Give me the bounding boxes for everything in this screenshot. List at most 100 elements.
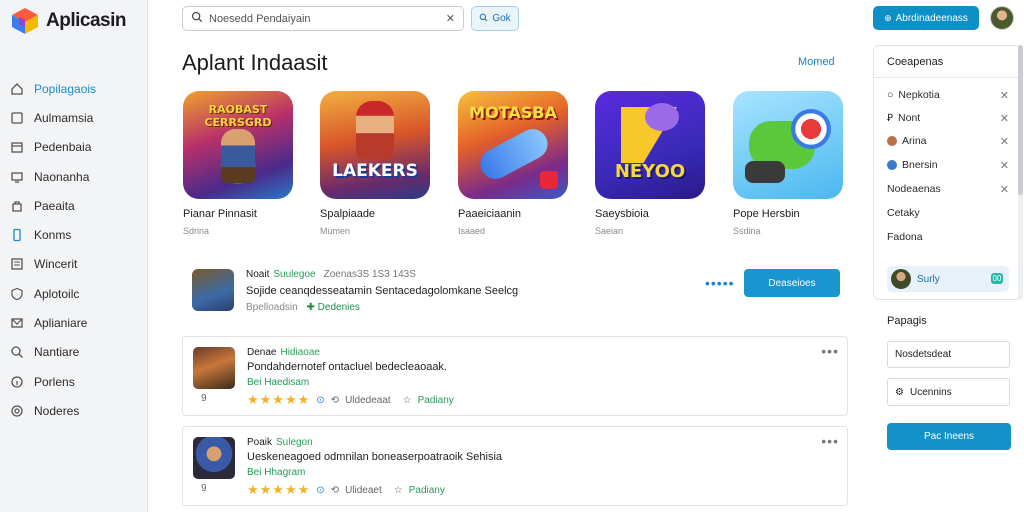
star-outline-icon[interactable]: ☆	[394, 485, 403, 496]
section-title: Papagis	[887, 315, 927, 327]
search-input[interactable]	[209, 12, 440, 25]
star-outline-icon[interactable]: ☆	[403, 395, 412, 406]
review-footer: ★★★★★ ⊙ ⟲ Uldedeaat ☆ Padiany	[247, 392, 454, 408]
panel-item[interactable]: Bnersin ✕	[887, 159, 1011, 172]
app-card-3[interactable]: NEYOO Saeysbioia Saeian	[595, 91, 707, 236]
sidebar-item-3[interactable]: Naonanha	[0, 162, 148, 191]
app-card-2[interactable]: MOTASBA Paaeiciaanin Isaaed	[458, 91, 570, 236]
app-tile-title: NEYOO	[614, 161, 686, 182]
header-cta-label: Abrdinadeenass	[895, 12, 968, 24]
close-icon[interactable]: ✕	[1000, 135, 1009, 148]
featured-action-button[interactable]: Deaseioes	[744, 269, 840, 297]
page-title: Aplant Indaasit	[182, 50, 328, 75]
featured-app-icon	[192, 269, 234, 311]
sidebar-item-5[interactable]: Konms	[0, 220, 148, 249]
close-icon[interactable]: ✕	[1000, 89, 1009, 102]
settings-icon: ⚙	[895, 386, 904, 398]
sidebar-item-label: Noderes	[34, 403, 80, 418]
featured-description: Sojide ceanqdesseatamin Sentacedagolomka…	[246, 285, 519, 297]
featured-footer-text: Bpelloadsin	[246, 302, 298, 313]
envelope-icon	[10, 316, 24, 330]
info-circle-icon[interactable]: ⊙	[316, 395, 324, 406]
close-icon[interactable]: ✕	[1000, 183, 1009, 196]
review-link[interactable]: Padiany	[418, 395, 454, 406]
sidebar-nav: Popilagaois Aulmamsia Pedenbaia Naonanha…	[0, 74, 148, 426]
panel-item[interactable]: Ꝑ Nont ✕	[887, 112, 1011, 125]
panel-item[interactable]: ○ Nepkotia ✕	[887, 89, 1011, 102]
more-link[interactable]: Momed	[798, 56, 835, 68]
sidebar-item-8[interactable]: Aplianiare	[0, 308, 148, 337]
text-field[interactable]: Nosdetsdeat	[887, 341, 1010, 368]
review-link[interactable]: Padiany	[409, 485, 445, 496]
divider	[874, 77, 1020, 78]
sidebar-item-0[interactable]: Popilagaois	[0, 74, 148, 103]
panel-item[interactable]: Cetaky	[887, 207, 1011, 219]
save-button[interactable]: Pac Ineens	[887, 423, 1011, 450]
monitor-icon	[10, 170, 24, 184]
app-name: Paaeiciaanin	[458, 208, 521, 220]
app-name: Pope Hersbin	[733, 208, 800, 220]
info-icon	[10, 375, 24, 389]
helpful-icon[interactable]: ⟲	[331, 395, 339, 406]
list-icon	[10, 257, 24, 271]
helpful-icon[interactable]: ⟲	[331, 485, 339, 496]
sidebar-item-label: Popilagaois	[34, 81, 97, 96]
sidebar-item-9[interactable]: Nantiare	[0, 338, 148, 367]
sidebar-item-4[interactable]: Paeaita	[0, 191, 148, 220]
helpful-label: Uldedeaat	[345, 394, 391, 406]
close-icon[interactable]: ✕	[1000, 112, 1009, 125]
sidebar-item-6[interactable]: Wincerit	[0, 250, 148, 279]
sidebar-item-7[interactable]: Aplotoilc	[0, 279, 148, 308]
app-card-1[interactable]: LAEKERS Spalpiaade Mumen	[320, 91, 432, 236]
review-text: Pondahdernotef ontacluel bedecleaoaak.	[247, 361, 447, 373]
settings-icon	[10, 404, 24, 418]
scrollbar-thumb[interactable]	[1018, 45, 1023, 195]
more-options-icon[interactable]: •••	[821, 433, 839, 449]
search-button[interactable]: Gok	[471, 6, 519, 31]
sidebar-item-11[interactable]: Noderes	[0, 396, 148, 425]
user-avatar[interactable]	[990, 6, 1014, 30]
developer-link[interactable]: ✚ Dedenies	[307, 302, 360, 313]
panel-item-label: Fadona	[887, 231, 923, 243]
review-number: 9	[201, 483, 207, 494]
review-highlight: Sulegon	[276, 437, 313, 448]
app-subtitle: Saeian	[595, 226, 624, 236]
sidebar-item-2[interactable]: Pedenbaia	[0, 133, 148, 162]
app-title: Aplicasin	[46, 10, 126, 31]
panel-item[interactable]: Fadona	[887, 231, 1011, 243]
sidebar-item-label: Pedenbaia	[34, 140, 92, 155]
panel-item[interactable]: Nodeaenas ✕	[887, 183, 1011, 196]
featured-item[interactable]: Noait Suulegoe Zoenas3S 1S3 143S Sojide ce…	[182, 262, 848, 322]
circle-icon: ○	[887, 89, 894, 101]
more-options-icon[interactable]: •••	[821, 343, 839, 359]
bag-icon	[10, 199, 24, 213]
selected-user[interactable]: Surly 00	[887, 266, 1009, 292]
panel-item-label: Nepkotia	[898, 89, 940, 101]
panel-item-label: Cetaky	[887, 207, 920, 219]
app-card-0[interactable]: RAOBAST CERRSGRD Pianar Pinnasit Sdrina	[183, 91, 295, 236]
review-card: 9 Poaik Sulegon Ueskeneagoed odmnilan bon…	[182, 426, 848, 506]
star-rating: ★★★★★	[247, 482, 311, 497]
review-tag: Bei Haedisam	[247, 377, 310, 388]
info-circle-icon[interactable]: ⊙	[316, 485, 324, 496]
sidebar-item-label: Aulmamsia	[34, 110, 94, 125]
panel-item[interactable]: Arina ✕	[887, 135, 1011, 148]
app-subtitle: Ssdina	[733, 226, 761, 236]
developer-label: Dedenies	[317, 302, 360, 313]
sidebar-item-label: Naonanha	[34, 169, 90, 184]
app-logo[interactable]: Aplicasin	[10, 6, 126, 36]
featured-footer: Bpelloadsin ✚ Dedenies	[246, 302, 360, 313]
clear-icon[interactable]: ✕	[446, 12, 455, 25]
sidebar-item-1[interactable]: Aulmamsia	[0, 103, 148, 132]
more-options-icon[interactable]: •••••	[705, 275, 735, 291]
panel-item-label: Bnersin	[902, 159, 938, 171]
sidebar-item-label: Wincerit	[34, 257, 78, 272]
sidebar-item-10[interactable]: Porlens	[0, 367, 148, 396]
app-card-4[interactable]: Pope Hersbin Ssdina	[733, 91, 845, 236]
calendar-icon	[10, 140, 24, 154]
close-icon[interactable]: ✕	[1000, 159, 1009, 172]
sidebar-item-label: Aplotoilc	[34, 286, 80, 301]
option-field[interactable]: ⚙ Ucennins	[887, 378, 1010, 406]
header-cta-button[interactable]: ⊕ Abrdinadeenass	[873, 6, 979, 30]
review-title-line: Poaik Sulegon	[247, 437, 313, 448]
